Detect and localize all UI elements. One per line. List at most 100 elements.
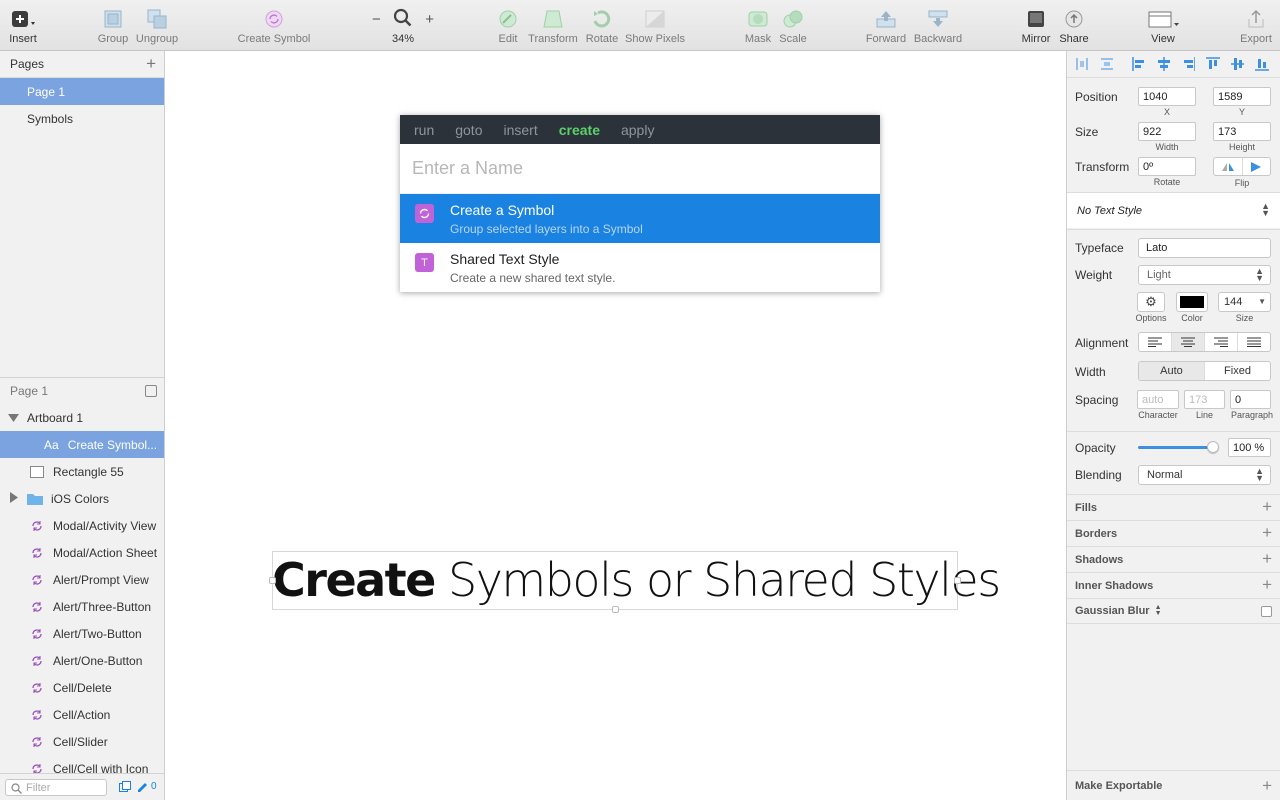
tab-run[interactable]: run (414, 122, 434, 138)
align-center-horizontal-icon[interactable] (1157, 57, 1171, 71)
view-button[interactable]: View (1145, 7, 1181, 49)
typeface-field[interactable]: Lato (1138, 238, 1271, 258)
layer-item[interactable]: Cell/Slider (0, 728, 164, 755)
add-page-button[interactable]: + (146, 55, 156, 72)
ungroup-button[interactable]: Ungroup (136, 7, 178, 49)
font-size-combo[interactable]: 144 ▼ (1218, 292, 1271, 312)
align-left-icon[interactable] (1132, 57, 1146, 71)
borders-section[interactable]: Borders + (1067, 520, 1280, 546)
filter-input[interactable]: Filter (5, 779, 107, 796)
add-border-button[interactable]: + (1262, 524, 1272, 542)
width-fixed-button[interactable]: Fixed (1205, 362, 1270, 380)
add-inner-shadow-button[interactable]: + (1262, 576, 1272, 594)
layer-item[interactable]: Aa Create Symbol... (0, 431, 164, 458)
add-shadow-button[interactable]: + (1262, 550, 1272, 568)
opacity-field[interactable]: 100 % (1228, 438, 1271, 457)
create-symbol-button[interactable]: Create Symbol (238, 7, 310, 49)
blur-checkbox[interactable] (1261, 606, 1272, 617)
show-pixels-button[interactable]: Show Pixels (625, 7, 685, 49)
insert-button[interactable]: Insert (8, 7, 38, 49)
transform-button[interactable]: Transform (528, 7, 578, 49)
layer-item[interactable]: Cell/Delete (0, 674, 164, 701)
layer-item[interactable]: Alert/Prompt View (0, 566, 164, 593)
tab-insert[interactable]: insert (503, 122, 537, 138)
align-bottom-icon[interactable] (1255, 57, 1269, 71)
height-field[interactable]: 173 (1213, 122, 1271, 141)
layer-item[interactable]: iOS Colors (0, 485, 164, 512)
line-height-field[interactable]: 173 (1184, 390, 1225, 409)
option-create-symbol[interactable]: Create a Symbol Group selected layers in… (400, 194, 880, 243)
layer-item[interactable]: Alert/Two-Button (0, 620, 164, 647)
tab-create[interactable]: create (559, 122, 600, 138)
text-align-center-button[interactable] (1172, 333, 1205, 351)
flip-horizontal-button[interactable] (1214, 158, 1243, 175)
gaussian-blur-section[interactable]: Gaussian Blur ▲ ▼ (1067, 598, 1280, 624)
opacity-slider-knob[interactable] (1207, 441, 1219, 453)
add-export-button[interactable]: + (1262, 777, 1272, 795)
text-align-right-button[interactable] (1205, 333, 1238, 351)
layer-item[interactable]: Alert/Three-Button (0, 593, 164, 620)
shadows-section[interactable]: Shadows + (1067, 546, 1280, 572)
flip-vertical-button[interactable] (1243, 158, 1271, 175)
layer-item[interactable]: Alert/One-Button (0, 647, 164, 674)
disclosure-closed-icon[interactable] (10, 491, 18, 506)
resize-handle-left[interactable] (269, 577, 276, 584)
zoom-icon[interactable] (393, 8, 413, 31)
selected-text-layer[interactable]: Create Symbols or Shared Styles (269, 551, 1001, 613)
scale-button[interactable]: Scale (778, 7, 808, 49)
align-right-icon[interactable] (1182, 57, 1196, 71)
tab-apply[interactable]: apply (621, 122, 654, 138)
text-style-picker[interactable]: No Text Style ▲ ▼ (1067, 193, 1280, 228)
resize-handle-right[interactable] (954, 577, 961, 584)
page-item-symbols[interactable]: Symbols (0, 105, 164, 132)
width-auto-button[interactable]: Auto (1139, 362, 1205, 380)
resize-handle-bottom[interactable] (612, 606, 619, 613)
layer-item[interactable]: Cell/Action (0, 701, 164, 728)
layer-item[interactable]: Modal/Activity View (0, 512, 164, 539)
align-center-vertical-icon[interactable] (1230, 57, 1245, 71)
align-top-icon[interactable] (1206, 57, 1220, 71)
text-color-well[interactable] (1176, 292, 1208, 312)
page-item-page-1[interactable]: Page 1 (0, 78, 164, 105)
layer-item[interactable]: Rectangle 55 (0, 458, 164, 485)
group-button[interactable]: Group (97, 7, 129, 49)
make-exportable-section[interactable]: Make Exportable + (1067, 770, 1280, 800)
distribute-vertical-icon[interactable] (1100, 57, 1114, 71)
edited-filter-icon[interactable] (136, 780, 148, 795)
zoom-out-button[interactable]: − (372, 11, 381, 28)
fills-section[interactable]: Fills + (1067, 494, 1280, 520)
zoom-in-button[interactable]: + (425, 11, 434, 28)
option-shared-text-style[interactable]: T Shared Text Style Create a new shared … (400, 243, 880, 292)
paragraph-spacing-field[interactable]: 0 (1230, 390, 1271, 409)
share-button[interactable]: Share (1058, 7, 1090, 49)
symbols-filter-icon[interactable] (119, 781, 131, 796)
add-fill-button[interactable]: + (1262, 498, 1272, 516)
character-spacing-field[interactable]: auto (1137, 390, 1179, 409)
layer-item[interactable]: Modal/Action Sheet (0, 539, 164, 566)
edit-button[interactable]: Edit (496, 7, 520, 49)
disclosure-open-icon[interactable] (8, 411, 19, 425)
width-field[interactable]: 922 (1138, 122, 1196, 141)
forward-button[interactable]: Forward (864, 7, 908, 49)
distribute-horizontal-icon[interactable] (1075, 57, 1089, 71)
text-align-left-button[interactable] (1139, 333, 1172, 351)
text-options-button[interactable]: ⚙ (1137, 292, 1165, 312)
rotate-button[interactable]: Rotate (585, 7, 619, 49)
name-input[interactable]: Enter a Name (400, 144, 880, 194)
layer-artboard[interactable]: Artboard 1 (0, 404, 164, 431)
rotate-field[interactable]: 0º (1138, 157, 1196, 176)
export-button[interactable]: Export (1238, 7, 1274, 49)
y-field[interactable]: 1589 (1213, 87, 1271, 106)
inner-shadows-section[interactable]: Inner Shadows + (1067, 572, 1280, 598)
opacity-slider-track[interactable] (1138, 446, 1218, 449)
collapse-icon[interactable] (145, 385, 157, 397)
backward-button[interactable]: Backward (912, 7, 964, 49)
mirror-button[interactable]: Mirror (1018, 7, 1054, 49)
mask-button[interactable]: Mask (744, 7, 772, 49)
layer-item[interactable]: Cell/Cell with Icon (0, 755, 164, 773)
tab-goto[interactable]: goto (455, 122, 482, 138)
weight-select[interactable]: Light ▲ ▼ (1138, 265, 1271, 285)
text-align-justify-button[interactable] (1238, 333, 1270, 351)
blending-select[interactable]: Normal ▲ ▼ (1138, 465, 1271, 485)
x-field[interactable]: 1040 (1138, 87, 1196, 106)
